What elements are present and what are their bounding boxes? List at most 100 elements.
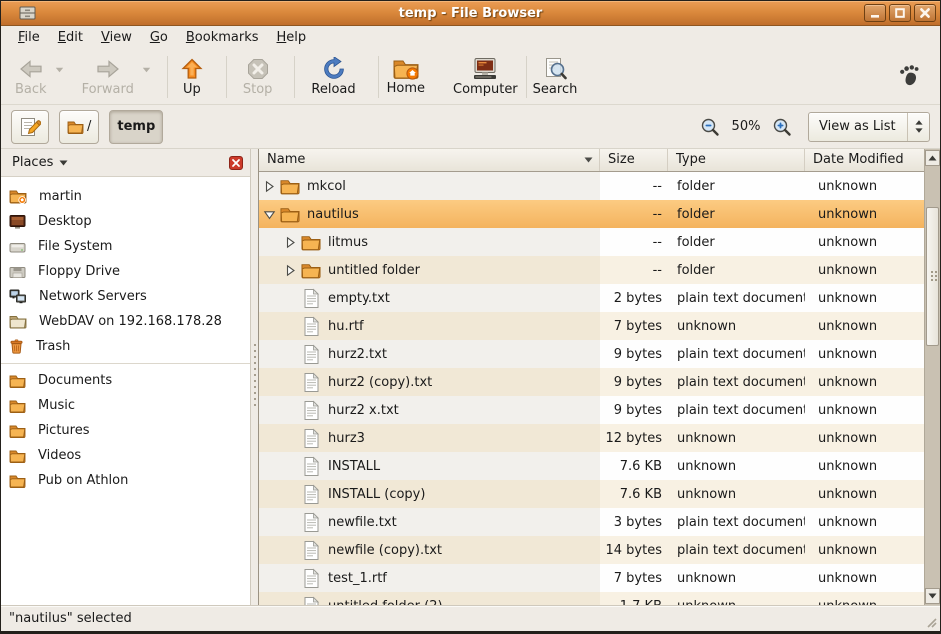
file-row-untitled-folder-2[interactable]: untitled folder (2) 1.7 KB unknown unkno… (259, 592, 924, 605)
expander-expanded-icon[interactable] (263, 208, 276, 221)
file-size: 7 bytes (600, 312, 668, 340)
menu-file[interactable]: File (9, 27, 49, 48)
file-row-litmus[interactable]: litmus -- folder unknown (259, 228, 924, 256)
toolbar-reload-button[interactable]: Reload (305, 54, 361, 100)
sidebar-item-floppy-drive[interactable]: Floppy Drive (1, 259, 250, 284)
file-date-modified: unknown (805, 564, 924, 592)
file-date-modified: unknown (805, 172, 924, 200)
scrollbar-grip (930, 270, 938, 281)
view-selector[interactable]: View as List (808, 112, 930, 142)
column-header-size[interactable]: Size (600, 149, 668, 171)
file-size: 7.6 KB (600, 452, 668, 480)
close-sidebar-button[interactable] (229, 156, 243, 170)
file-type: plain text document (668, 284, 805, 312)
sidebar-item-file-system[interactable]: File System (1, 234, 250, 259)
menu-help[interactable]: Help (268, 27, 316, 48)
column-header-name[interactable]: Name (259, 149, 600, 171)
forward-icon (95, 57, 121, 81)
column-header-date-modified[interactable]: Date Modified (805, 149, 924, 171)
sidebar-item-martin[interactable]: martin (1, 184, 250, 209)
maximize-button[interactable] (889, 4, 911, 22)
file-list-view: NameSizeTypeDate Modified mkcol -- folde… (258, 149, 940, 605)
places-selector[interactable]: Places (8, 153, 72, 172)
scrollbar-thumb[interactable] (926, 207, 939, 346)
dropdown-arrow-icon (59, 160, 68, 166)
toolbar-separator (378, 56, 379, 98)
toolbar-stop-button[interactable]: Stop (237, 54, 279, 100)
file-row-install[interactable]: INSTALL 7.6 KB unknown unknown (259, 452, 924, 480)
floppy-icon (9, 265, 26, 279)
sidebar-item-videos[interactable]: Videos (1, 443, 250, 468)
file-row-hu-rtf[interactable]: hu.rtf 7 bytes unknown unknown (259, 312, 924, 340)
file-row-test-1-rtf[interactable]: test_1.rtf 7 bytes unknown unknown (259, 564, 924, 592)
toolbar-computer-label: Computer (453, 82, 518, 97)
view-selector-spinner[interactable] (907, 113, 929, 141)
toolbar-computer-button[interactable]: Computer (447, 54, 524, 100)
file-row-install-copy[interactable]: INSTALL (copy) 7.6 KB unknown unknown (259, 480, 924, 508)
home-folder-icon (9, 189, 27, 204)
toolbar-up-button[interactable]: Up (174, 54, 210, 100)
scroll-down-button[interactable] (925, 588, 940, 604)
file-row-hurz2-x-txt[interactable]: hurz2 x.txt 9 bytes plain text document … (259, 396, 924, 424)
file-row-hurz2-txt[interactable]: hurz2.txt 9 bytes plain text document un… (259, 340, 924, 368)
menu-bookmarks[interactable]: Bookmarks (177, 27, 268, 48)
toolbar-forward-button[interactable]: Forward (76, 54, 140, 100)
minimize-button[interactable] (864, 4, 886, 22)
sidebar-item-trash[interactable]: Trash (1, 334, 250, 359)
vertical-scrollbar[interactable] (924, 149, 940, 605)
toolbar-search-button[interactable]: Search (527, 54, 584, 100)
file-row-untitled-folder[interactable]: untitled folder -- folder unknown (259, 256, 924, 284)
resize-grip[interactable] (924, 615, 938, 629)
file-name: mkcol (307, 179, 346, 194)
file-date-modified: unknown (805, 228, 924, 256)
file-row-hurz2-copy-txt[interactable]: hurz2 (copy).txt 9 bytes plain text docu… (259, 368, 924, 396)
view-selector-value: View as List (809, 119, 907, 134)
sidebar-item-music[interactable]: Music (1, 393, 250, 418)
sidebar-item-desktop[interactable]: Desktop (1, 209, 250, 234)
file-row-nautilus[interactable]: nautilus -- folder unknown (259, 200, 924, 228)
root-folder-button[interactable]: / (59, 110, 99, 144)
close-button[interactable] (914, 4, 936, 22)
menubar: FileEditViewGoBookmarksHelp (1, 26, 940, 49)
stop-icon (246, 57, 270, 81)
zoom-in-button[interactable] (772, 117, 792, 137)
scroll-up-button[interactable] (925, 150, 940, 166)
sidebar-item-network-servers[interactable]: Network Servers (1, 284, 250, 309)
sidebar-item-documents[interactable]: Documents (1, 368, 250, 393)
path-button-temp[interactable]: temp (109, 110, 163, 144)
folder-icon (301, 260, 321, 280)
menu-edit[interactable]: Edit (49, 27, 92, 48)
computer-icon (472, 57, 498, 81)
toolbar-home-button[interactable]: Home (381, 55, 431, 99)
expander-collapsed-icon[interactable] (284, 264, 297, 277)
toolbar-forward-dropdown-arrow[interactable] (142, 67, 151, 73)
titlebar[interactable]: temp - File Browser (1, 1, 940, 26)
file-name: test_1.rtf (328, 571, 387, 586)
toolbar-back-button[interactable]: Back (9, 54, 53, 100)
menu-view[interactable]: View (92, 27, 141, 48)
sidebar-item-label: WebDAV on 192.168.178.28 (39, 314, 222, 329)
menu-go[interactable]: Go (141, 27, 177, 48)
sidebar-item-webdav-on-192-168-178-28[interactable]: WebDAV on 192.168.178.28 (1, 309, 250, 334)
scroll-down-arrow-icon (928, 593, 937, 599)
toolbar-stop-label: Stop (243, 82, 273, 97)
file-row-empty-txt[interactable]: empty.txt 2 bytes plain text document un… (259, 284, 924, 312)
file-type: folder (668, 200, 805, 228)
close-icon (919, 7, 931, 19)
file-row-newfile-txt[interactable]: newfile.txt 3 bytes plain text document … (259, 508, 924, 536)
file-date-modified: unknown (805, 396, 924, 424)
expander-collapsed-icon[interactable] (284, 236, 297, 249)
file-row-hurz3[interactable]: hurz3 12 bytes unknown unknown (259, 424, 924, 452)
toolbar-back-dropdown-arrow[interactable] (55, 67, 64, 73)
file-row-mkcol[interactable]: mkcol -- folder unknown (259, 172, 924, 200)
file-date-modified: unknown (805, 536, 924, 564)
edit-location-button[interactable] (11, 110, 49, 144)
expander-collapsed-icon[interactable] (263, 180, 276, 193)
sidebar-item-pictures[interactable]: Pictures (1, 418, 250, 443)
column-header-type[interactable]: Type (668, 149, 805, 171)
sidebar-item-pub-on-athlon[interactable]: Pub on Athlon (1, 468, 250, 493)
zoom-out-button[interactable] (700, 117, 720, 137)
file-manager-window-icon[interactable] (19, 5, 37, 21)
file-row-newfile-copy-txt[interactable]: newfile (copy).txt 14 bytes plain text d… (259, 536, 924, 564)
folder-icon (280, 204, 300, 224)
